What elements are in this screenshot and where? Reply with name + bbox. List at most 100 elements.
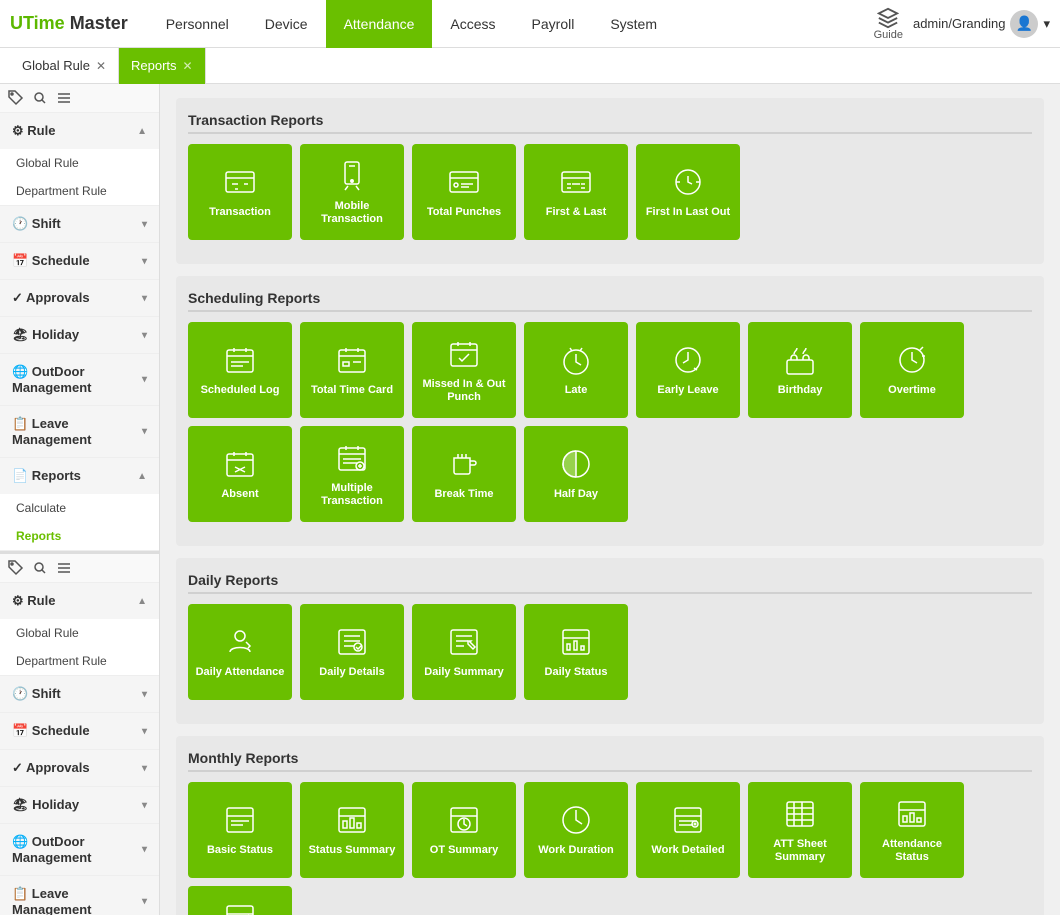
sidebar-item-global-rule-2[interactable]: Global Rule [0, 619, 159, 647]
guide-button[interactable]: Guide [874, 7, 903, 41]
sidebar-schedule-header-2[interactable]: 📅 Schedule ▾ [0, 713, 159, 749]
sidebar-section-reports-1: 📄 Reports ▲ Calculate Reports [0, 458, 159, 551]
card-ot-summary[interactable]: OT Summary [412, 782, 516, 878]
sidebar-approvals-header[interactable]: ✓ Approvals ▾ [0, 280, 159, 316]
card-multiple-transaction[interactable]: Multiple Transaction [300, 426, 404, 522]
card-total-punches[interactable]: Total Punches [412, 144, 516, 240]
sidebar-outdoor-header-2[interactable]: 🌐 OutDoor Management ▾ [0, 824, 159, 875]
sidebar-shift-label-2: 🕐 Shift [12, 686, 61, 702]
user-info[interactable]: admin/Granding 👤 ▾ [913, 10, 1050, 38]
sidebar-item-calculate-1[interactable]: Calculate [0, 494, 159, 522]
card-half-day[interactable]: Half Day [524, 426, 628, 522]
nav-system[interactable]: System [592, 0, 675, 48]
card-attendance-summary[interactable]: Attendance Summary [188, 886, 292, 915]
search-icon-sidebar-2[interactable] [32, 560, 48, 576]
card-absent[interactable]: Absent [188, 426, 292, 522]
card-half-day-label: Half Day [554, 488, 598, 501]
sidebar-tools-2 [0, 554, 159, 583]
sidebar-leave-header[interactable]: 📋 Leave Management ▾ [0, 406, 159, 457]
firstinlastout-icon [670, 164, 706, 200]
card-late-label: Late [565, 384, 588, 397]
card-overtime[interactable]: Overtime [860, 322, 964, 418]
scheduled-icon [222, 342, 258, 378]
sidebar-item-dept-rule-2[interactable]: Department Rule [0, 647, 159, 675]
card-status-summary[interactable]: Status Summary [300, 782, 404, 878]
basicstatus-icon [222, 802, 258, 838]
sidebar-schedule-chevron-2: ▾ [142, 726, 147, 737]
card-first-in-last-out[interactable]: First In Last Out [636, 144, 740, 240]
card-missed-in-out-label: Missed In & Out Punch [416, 378, 512, 404]
card-birthday[interactable]: Birthday [748, 322, 852, 418]
card-daily-summary[interactable]: Daily Summary [412, 604, 516, 700]
attendancestatus-icon [894, 796, 930, 832]
monthly-reports-section: Monthly Reports Basic Status [176, 736, 1044, 915]
card-early-leave[interactable]: Early Leave [636, 322, 740, 418]
search-icon-sidebar[interactable] [32, 90, 48, 106]
scheduling-reports-title: Scheduling Reports [188, 290, 1032, 312]
sidebar-section-holiday-1: 🏖 Holiday ▾ [0, 317, 159, 354]
card-break-time-label: Break Time [434, 488, 493, 501]
sidebar-leave-label: 📋 Leave Management [12, 416, 142, 447]
card-daily-status[interactable]: Daily Status [524, 604, 628, 700]
card-scheduled-log[interactable]: Scheduled Log [188, 322, 292, 418]
card-first-last[interactable]: First & Last [524, 144, 628, 240]
tabs-bar: Global Rule ✕ Reports ✕ [0, 48, 1060, 84]
sidebar-leave-header-2[interactable]: 📋 Leave Management ▾ [0, 876, 159, 915]
nav-links: Personnel Device Attendance Access Payro… [148, 0, 874, 48]
sidebar-rule-header[interactable]: ⚙ Rule ▲ [0, 113, 159, 149]
sidebar-leave-label-2: 📋 Leave Management [12, 886, 142, 915]
sidebar-item-reports-1[interactable]: Reports [0, 522, 159, 550]
card-total-time-card[interactable]: Total Time Card [300, 322, 404, 418]
sidebar-holiday-header-2[interactable]: 🏖 Holiday ▾ [0, 787, 159, 823]
sidebar-outdoor-label-2: 🌐 OutDoor Management [12, 834, 142, 865]
card-att-sheet-summary[interactable]: ATT Sheet Summary [748, 782, 852, 878]
dailyatt-icon [222, 624, 258, 660]
nav-payroll[interactable]: Payroll [514, 0, 593, 48]
sidebar-holiday-header[interactable]: 🏖 Holiday ▾ [0, 317, 159, 353]
sidebar-reports-header[interactable]: 📄 Reports ▲ [0, 458, 159, 494]
sidebar-reports-label: 📄 Reports [12, 468, 81, 484]
sidebar-item-global-rule-1[interactable]: Global Rule [0, 149, 159, 177]
sidebar-schedule-header[interactable]: 📅 Schedule ▾ [0, 243, 159, 279]
sidebar-section-leave-1: 📋 Leave Management ▾ [0, 406, 159, 458]
sidebar-item-dept-rule-1[interactable]: Department Rule [0, 177, 159, 205]
tab-reports-close[interactable]: ✕ [183, 48, 193, 84]
sidebar-outdoor-label: 🌐 OutDoor Management [12, 364, 142, 395]
card-transaction[interactable]: Transaction [188, 144, 292, 240]
tab-reports[interactable]: Reports ✕ [119, 48, 206, 84]
card-late[interactable]: Late [524, 322, 628, 418]
nav-personnel[interactable]: Personnel [148, 0, 247, 48]
card-break-time[interactable]: Break Time [412, 426, 516, 522]
guide-icon [877, 7, 899, 29]
nav-device[interactable]: Device [247, 0, 326, 48]
sidebar-holiday-chevron-2: ▾ [142, 800, 147, 811]
card-basic-status[interactable]: Basic Status [188, 782, 292, 878]
tab-global-rule-close[interactable]: ✕ [96, 48, 106, 84]
firstlast-icon [558, 164, 594, 200]
sidebar-rule-header-2[interactable]: ⚙ Rule ▲ [0, 583, 159, 619]
sidebar-section-shift-1: 🕐 Shift ▾ [0, 206, 159, 243]
card-work-detailed[interactable]: Work Detailed [636, 782, 740, 878]
nav-access[interactable]: Access [432, 0, 513, 48]
sidebar-shift-header[interactable]: 🕐 Shift ▾ [0, 206, 159, 242]
tab-global-rule[interactable]: Global Rule ✕ [10, 48, 119, 84]
sidebar-rule-chevron: ▲ [137, 126, 147, 137]
nav-attendance[interactable]: Attendance [326, 0, 433, 48]
sidebar-approvals-chevron-2: ▾ [142, 763, 147, 774]
sidebar-outdoor-header[interactable]: 🌐 OutDoor Management ▾ [0, 354, 159, 405]
card-mobile-transaction[interactable]: Mobile Transaction [300, 144, 404, 240]
sidebar-approvals-header-2[interactable]: ✓ Approvals ▾ [0, 750, 159, 786]
card-daily-details[interactable]: Daily Details [300, 604, 404, 700]
scheduling-reports-section: Scheduling Reports Scheduled Log [176, 276, 1044, 546]
card-attendance-status[interactable]: Attendance Status [860, 782, 964, 878]
sidebar-approvals-chevron: ▾ [142, 293, 147, 304]
card-work-duration[interactable]: Work Duration [524, 782, 628, 878]
card-daily-attendance[interactable]: Daily Attendance [188, 604, 292, 700]
menu-icon-2 [56, 560, 72, 576]
daily-cards-grid: Daily Attendance Daily Details [188, 604, 1032, 700]
mobile-icon [334, 158, 370, 194]
card-missed-in-out[interactable]: Missed In & Out Punch [412, 322, 516, 418]
tag-icon-2 [8, 560, 24, 576]
sidebar-shift-header-2[interactable]: 🕐 Shift ▾ [0, 676, 159, 712]
earlyleave-icon [670, 342, 706, 378]
